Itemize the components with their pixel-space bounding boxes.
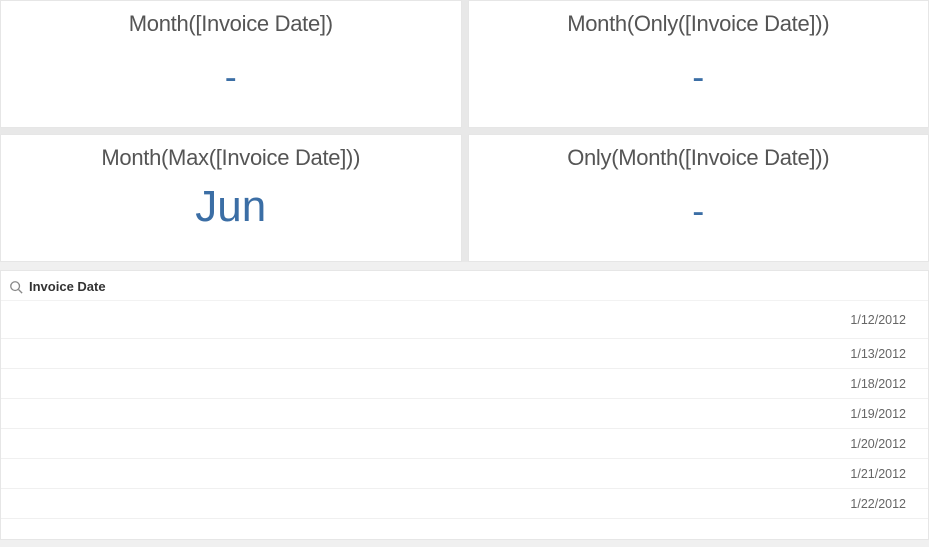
list-item[interactable]: 1/22/2012 [1,489,928,519]
list-item-label: 1/21/2012 [850,467,906,481]
kpi-card-month-max-invoice-date[interactable]: Month(Max([Invoice Date])) Jun [0,134,462,262]
kpi-card-month-invoice-date[interactable]: Month([Invoice Date]) - [0,0,462,128]
list-item-label: 1/12/2012 [850,313,906,327]
list-item-label: 1/13/2012 [850,347,906,361]
kpi-title: Month(Only([Invoice Date])) [567,11,829,37]
invoice-date-listbox[interactable]: Invoice Date 1/12/2012 1/13/2012 1/18/20… [0,270,929,540]
listbox-header[interactable]: Invoice Date [1,271,928,301]
list-item-label: 1/18/2012 [850,377,906,391]
list-item[interactable]: 1/19/2012 [1,399,928,429]
kpi-value: - [692,59,704,95]
listbox-title: Invoice Date [29,279,106,294]
list-item[interactable]: 1/20/2012 [1,429,928,459]
list-item[interactable]: 1/21/2012 [1,459,928,489]
list-item-label: 1/20/2012 [850,437,906,451]
list-item[interactable]: 1/18/2012 [1,369,928,399]
kpi-grid: Month([Invoice Date]) - Month(Only([Invo… [0,0,929,262]
search-icon [9,280,23,294]
kpi-card-only-month-invoice-date[interactable]: Only(Month([Invoice Date])) - [468,134,929,262]
listbox-body: 1/12/2012 1/13/2012 1/18/2012 1/19/2012 … [1,301,928,539]
kpi-title: Month([Invoice Date]) [129,11,333,37]
list-item[interactable]: 1/13/2012 [1,339,928,369]
list-item-label: 1/19/2012 [850,407,906,421]
kpi-title: Month(Max([Invoice Date])) [101,145,360,171]
kpi-value: Jun [195,185,266,229]
list-item-label: 1/22/2012 [850,497,906,511]
kpi-value: - [692,193,704,229]
kpi-title: Only(Month([Invoice Date])) [567,145,829,171]
kpi-value: - [225,59,237,95]
list-item[interactable]: 1/12/2012 [1,301,928,339]
kpi-card-month-only-invoice-date[interactable]: Month(Only([Invoice Date])) - [468,0,929,128]
